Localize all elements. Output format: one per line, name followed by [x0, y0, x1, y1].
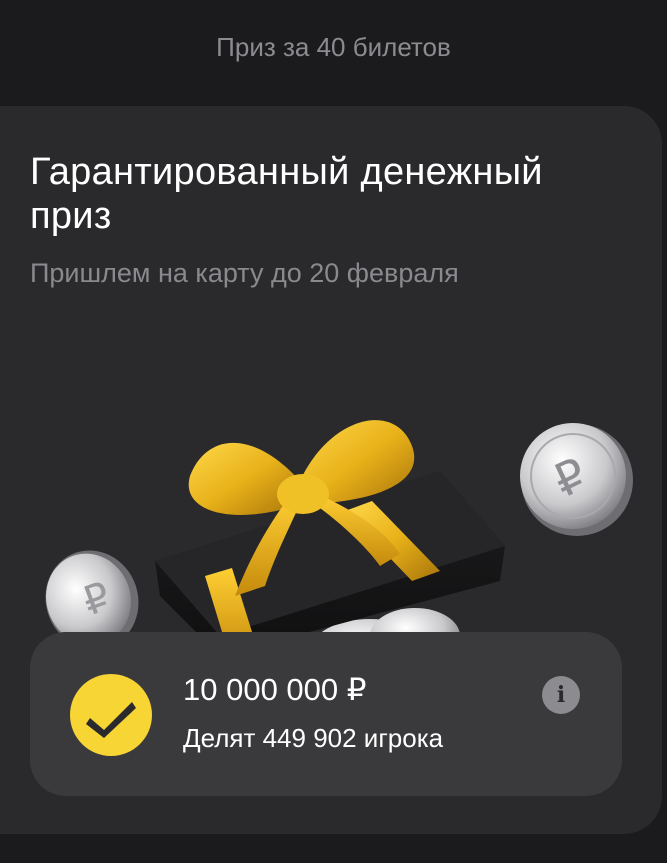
info-icon[interactable]: i: [542, 676, 580, 714]
prize-amount: 10 000 000 ₽: [183, 672, 367, 707]
card-subtitle: Пришлем на карту до 20 февраля: [30, 258, 459, 288]
prize-panel: 10 000 000 ₽ Делят 449 902 игрока i: [30, 632, 622, 796]
prize-share-text: Делят 449 902 игрока: [183, 723, 444, 753]
prize-header: Приз за 40 билетов: [216, 32, 451, 62]
checkmark-icon: [70, 674, 152, 756]
card-title: Гарантированный денежный приз: [30, 151, 543, 237]
ruble-coin-right: ₽: [520, 423, 633, 536]
prize-card: Гарантированный денежный приз Пришлем на…: [0, 106, 662, 834]
